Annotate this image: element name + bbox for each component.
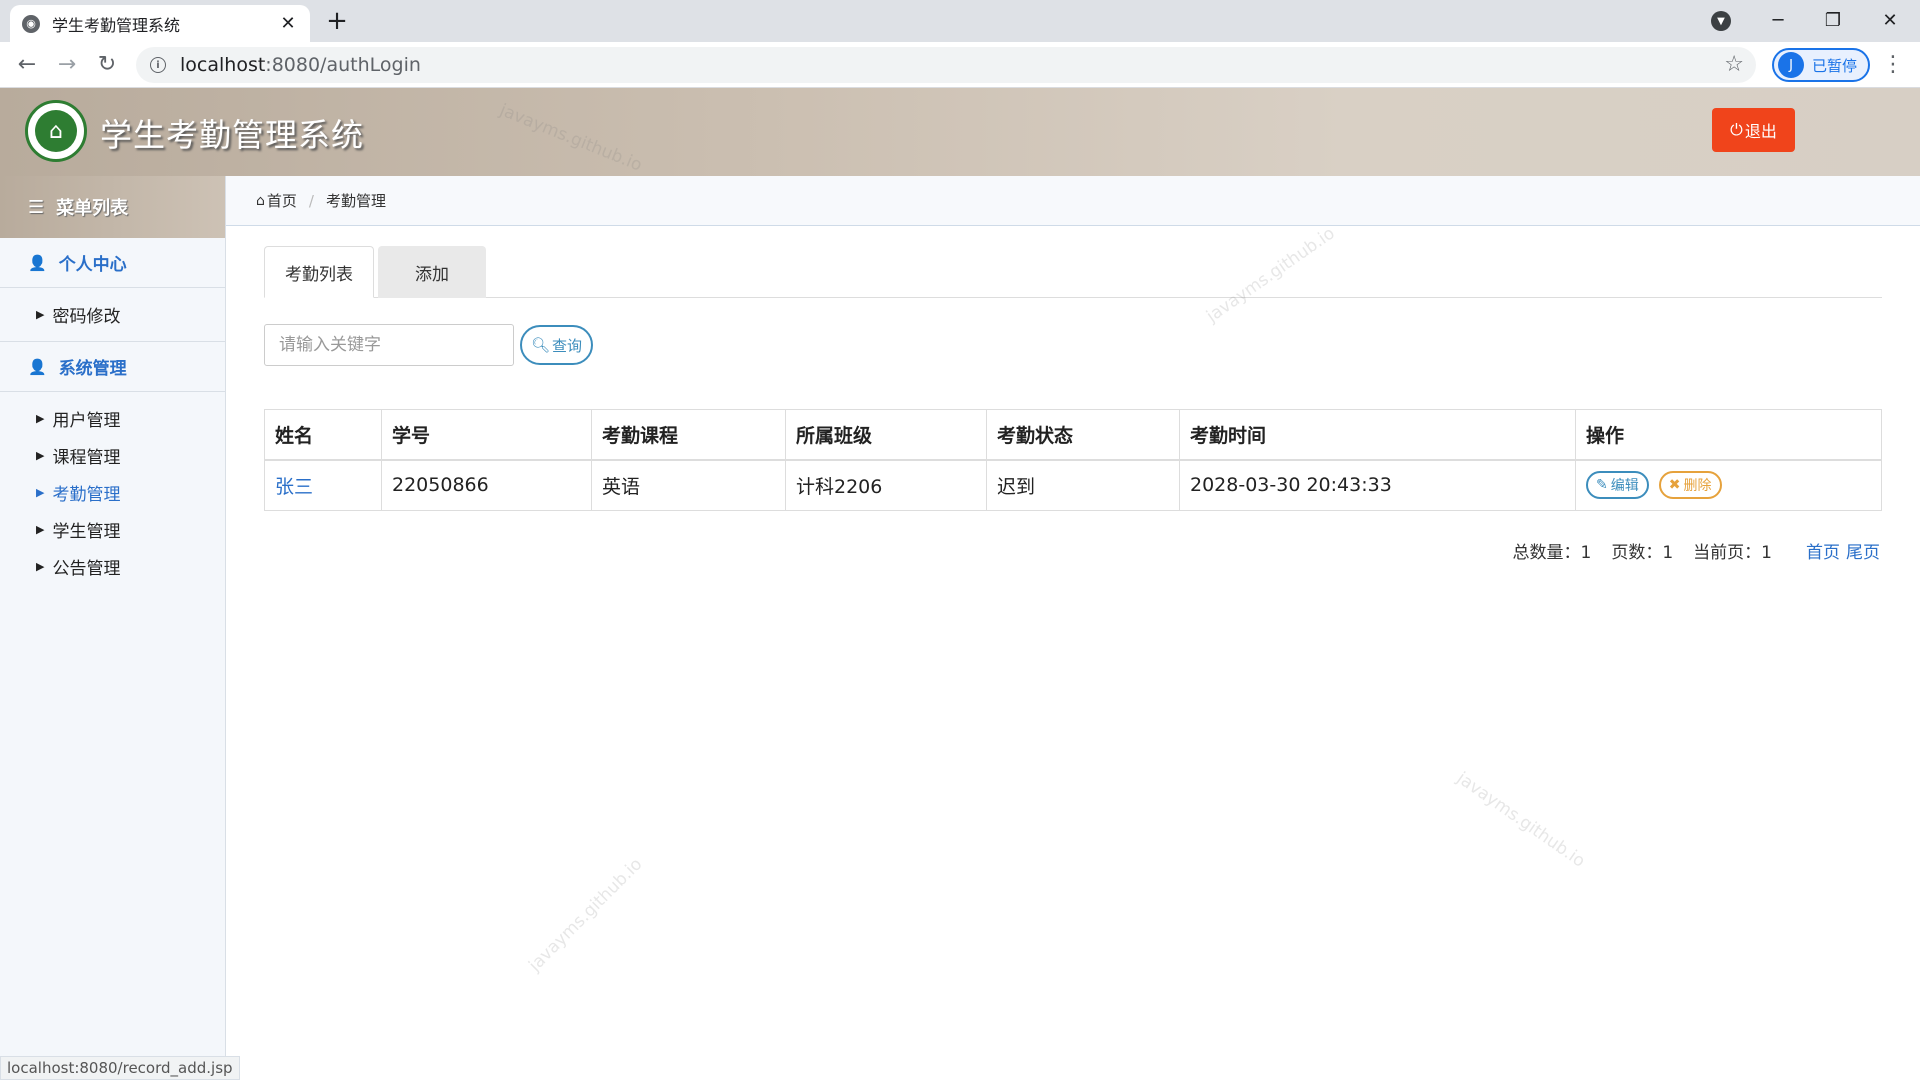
tab-search-icon[interactable]: ▼ (1711, 11, 1731, 31)
user-icon: 👤 (28, 357, 47, 376)
search-input[interactable] (264, 324, 514, 366)
column-header-class: 所属班级 (785, 409, 987, 461)
sidebar-group-personal-items: ▶ 密码修改 (0, 288, 225, 342)
sidebar-group-system-items: ▶ 用户管理 ▶ 课程管理 ▶ 考勤管理 ▶ 学生管理 ▶ 公告管理 (0, 392, 225, 593)
power-icon: ⏻ (1730, 120, 1743, 139)
cell-actions: ✎ 编辑 ✖ 删除 (1575, 459, 1882, 511)
table-row: 张三 22050866 英语 计科2206 迟到 2028-03-30 20:4… (264, 459, 1882, 511)
watermark: javayms.github.io (1452, 768, 1589, 872)
table-header-row: 姓名 学号 考勤课程 所属班级 考勤状态 考勤时间 操作 (264, 409, 1882, 461)
caret-right-icon: ▶ (36, 523, 45, 536)
sidebar-item-notices[interactable]: ▶ 公告管理 (0, 548, 225, 585)
school-logo-icon: ⌂ (25, 100, 87, 162)
column-header-student-id: 学号 (381, 409, 592, 461)
tab-add[interactable]: 添加 (378, 246, 486, 298)
column-header-course: 考勤课程 (591, 409, 786, 461)
forward-icon[interactable]: → (50, 48, 84, 82)
minimize-icon[interactable]: ─ (1758, 4, 1798, 38)
browser-tab-bar: ◉ 学生考勤管理系统 ✕ + ▼ ─ ❐ ✕ (0, 0, 1920, 42)
column-header-status: 考勤状态 (986, 409, 1180, 461)
search-icon: 🔍︎ (530, 336, 551, 354)
column-header-name: 姓名 (264, 409, 382, 461)
browser-toolbar: ← → ↻ i localhost:8080/authLogin ☆ J 已暂停… (0, 42, 1920, 88)
cell-status: 迟到 (986, 459, 1180, 511)
tab-title: 学生考勤管理系统 (52, 15, 181, 35)
content-tabs: 考勤列表 添加 (264, 246, 1882, 298)
caret-right-icon: ▶ (36, 449, 45, 462)
caret-right-icon: ▶ (36, 560, 45, 573)
reload-icon[interactable]: ↻ (90, 48, 124, 82)
watermark: javayms.github.io (525, 854, 647, 976)
breadcrumb-current: 考勤管理 (325, 192, 386, 210)
sidebar-item-password[interactable]: ▶ 密码修改 (0, 296, 225, 333)
sidebar-group-system[interactable]: 👤 系统管理 (0, 342, 225, 392)
app-title: 学生考勤管理系统 (100, 116, 365, 154)
profile-status: 已暂停 (1812, 56, 1858, 75)
caret-right-icon: ▶ (36, 412, 45, 425)
page-count: 页数：1 (1611, 543, 1674, 563)
user-icon: 👤 (28, 253, 47, 272)
current-page: 当前页：1 (1693, 543, 1772, 563)
restore-icon[interactable]: ❐ (1813, 4, 1853, 38)
breadcrumb-home[interactable]: 首页 (267, 190, 297, 211)
app-header: ⌂ 学生考勤管理系统 ⏻ 退出 (0, 88, 1920, 176)
tab-attendance-list[interactable]: 考勤列表 (264, 246, 374, 298)
column-header-time: 考勤时间 (1179, 409, 1576, 461)
last-page-link[interactable]: 尾页 (1846, 538, 1880, 563)
caret-right-icon: ▶ (36, 308, 45, 321)
caret-right-icon: ▶ (36, 486, 45, 499)
window-close-icon[interactable]: ✕ (1870, 4, 1910, 38)
cell-name[interactable]: 张三 (264, 459, 382, 511)
avatar: J (1778, 52, 1804, 78)
menu-kebab-icon[interactable]: ⋮ (1882, 48, 1904, 82)
close-icon[interactable]: ✕ (278, 13, 298, 34)
cell-course: 英语 (591, 459, 786, 511)
edit-button[interactable]: ✎ 编辑 (1586, 471, 1649, 500)
delete-button[interactable]: ✖ 删除 (1658, 471, 1722, 500)
pencil-icon: ✎ (1596, 477, 1608, 494)
menu-header: ☰ 菜单列表 (0, 176, 225, 238)
globe-icon: ◉ (22, 14, 40, 33)
column-header-actions: 操作 (1575, 409, 1882, 461)
cell-class: 计科2206 (785, 459, 987, 511)
close-icon: ✖ (1668, 477, 1681, 494)
cell-student-id: 22050866 (381, 459, 592, 511)
cell-time: 2028-03-30 20:43:33 (1179, 459, 1576, 511)
info-icon[interactable]: i (150, 57, 166, 73)
url-text: localhost:8080/authLogin (180, 54, 421, 76)
search-button[interactable]: 🔍︎ 查询 (520, 325, 593, 365)
logout-button[interactable]: ⏻ 退出 (1712, 108, 1795, 152)
bookmark-star-icon[interactable]: ☆ (1724, 48, 1744, 82)
breadcrumb: ⌂ 首页 / 考勤管理 (226, 176, 1920, 226)
status-bar-url: localhost:8080/record_add.jsp (0, 1056, 240, 1080)
browser-tab[interactable]: ◉ 学生考勤管理系统 ✕ (10, 5, 310, 42)
list-icon: ☰ (28, 196, 45, 218)
sidebar-item-students[interactable]: ▶ 学生管理 (0, 511, 225, 548)
sidebar-item-users[interactable]: ▶ 用户管理 (0, 400, 225, 437)
address-bar[interactable]: i localhost:8080/authLogin (136, 47, 1756, 83)
pagination: 总数量：1 页数：1 当前页：1 首页 尾页 (1490, 538, 1880, 563)
sidebar-item-courses[interactable]: ▶ 课程管理 (0, 437, 225, 474)
sidebar-group-personal[interactable]: 👤 个人中心 (0, 238, 225, 288)
profile-button[interactable]: J 已暂停 (1772, 48, 1870, 82)
sidebar: ☰ 菜单列表 👤 个人中心 ▶ 密码修改 👤 系统管理 ▶ 用户管理 ▶ 课程管… (0, 176, 226, 1080)
sidebar-item-attendance[interactable]: ▶ 考勤管理 (0, 474, 225, 511)
total-count: 总数量：1 (1512, 543, 1592, 563)
breadcrumb-separator: / (308, 191, 314, 210)
home-icon: ⌂ (256, 192, 265, 209)
attendance-table: 姓名 学号 考勤课程 所属班级 考勤状态 考勤时间 操作 张三 22050866… (264, 409, 1882, 511)
first-page-link[interactable]: 首页 (1806, 538, 1840, 563)
back-icon[interactable]: ← (10, 48, 44, 82)
new-tab-icon[interactable]: + (322, 6, 352, 36)
